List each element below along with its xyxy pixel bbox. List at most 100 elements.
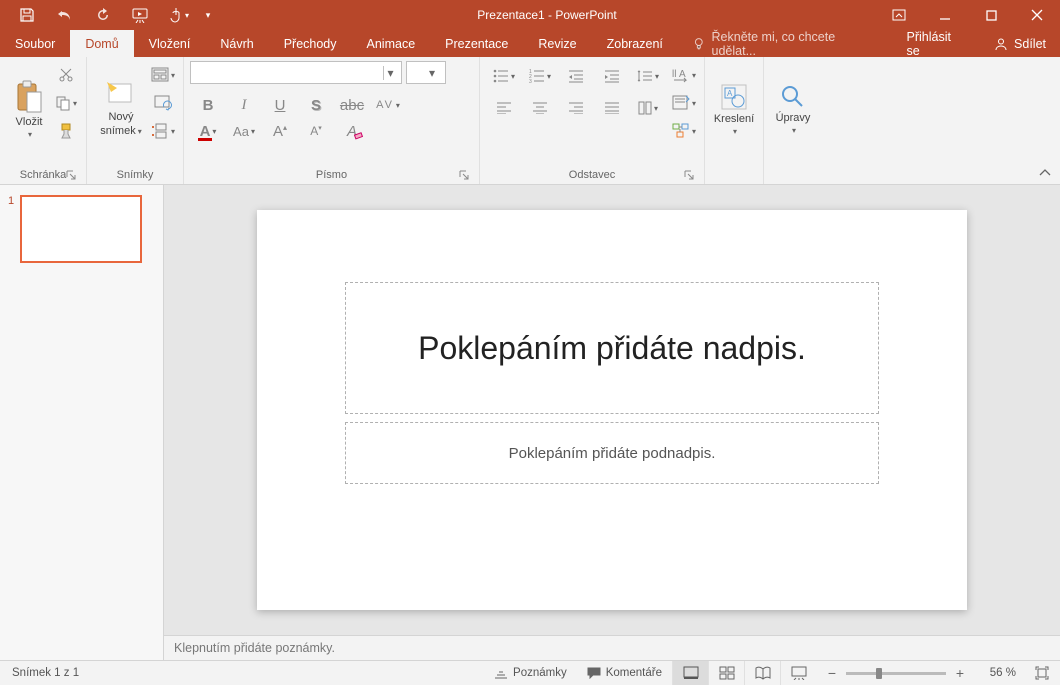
maximize-button[interactable] bbox=[968, 0, 1014, 30]
font-family-combo[interactable]: ▾ bbox=[190, 61, 402, 84]
slide-canvas[interactable]: Poklepáním přidáte nadpis. Poklepáním př… bbox=[257, 210, 967, 610]
layout-button[interactable]: ▾ bbox=[151, 63, 175, 87]
increase-indent-button[interactable] bbox=[594, 63, 630, 89]
person-icon bbox=[994, 37, 1008, 51]
close-button[interactable] bbox=[1014, 0, 1060, 30]
normal-view-button[interactable] bbox=[672, 661, 708, 685]
tab-slideshow[interactable]: Prezentace bbox=[430, 30, 523, 57]
comments-toggle[interactable]: Komentáře bbox=[577, 661, 672, 685]
justify-button[interactable] bbox=[594, 95, 630, 121]
new-slide-button[interactable]: Nový snímek▾ bbox=[93, 61, 149, 157]
editing-label: Úpravy bbox=[776, 112, 811, 124]
group-label-clipboard: Schránka bbox=[20, 169, 66, 181]
comments-label: Komentáře bbox=[606, 667, 662, 679]
italic-button[interactable]: I bbox=[226, 92, 262, 118]
paragraph-launcher[interactable] bbox=[682, 168, 696, 182]
slideshow-view-button[interactable] bbox=[780, 661, 816, 685]
scissors-icon bbox=[58, 67, 74, 83]
line-spacing-button[interactable]: ▾ bbox=[630, 63, 666, 89]
change-case-button[interactable]: Aa▾ bbox=[226, 118, 262, 144]
notes-pane[interactable]: Klepnutím přidáte poznámky. bbox=[164, 635, 1060, 660]
status-bar: Snímek 1 z 1 Poznámky Komentáře − + 56 % bbox=[0, 660, 1060, 685]
tab-design[interactable]: Návrh bbox=[205, 30, 268, 57]
ribbon-display-options-icon[interactable] bbox=[876, 0, 922, 30]
font-launcher[interactable] bbox=[457, 168, 471, 182]
paintbrush-icon bbox=[58, 123, 74, 139]
share-button[interactable]: Sdílet bbox=[980, 37, 1060, 51]
zoom-in-button[interactable]: + bbox=[952, 665, 968, 681]
convert-smartart-button[interactable]: ▾ bbox=[672, 119, 696, 143]
new-slide-icon bbox=[106, 81, 136, 109]
char-spacing-button[interactable]: AV▾ bbox=[370, 92, 406, 118]
align-text-button[interactable]: ▾ bbox=[672, 91, 696, 115]
text-direction-button[interactable]: llA▾ bbox=[672, 63, 696, 87]
collapse-ribbon-button[interactable] bbox=[1036, 166, 1054, 180]
decrease-indent-button[interactable] bbox=[558, 63, 594, 89]
group-editing: Úpravy ▾ bbox=[764, 57, 822, 184]
bullets-button[interactable]: ▾ bbox=[486, 63, 522, 89]
align-center-button[interactable] bbox=[522, 95, 558, 121]
redo-icon[interactable] bbox=[84, 0, 122, 30]
shrink-font-button[interactable]: A▾ bbox=[298, 118, 334, 144]
tab-view[interactable]: Zobrazení bbox=[592, 30, 678, 57]
tab-animations[interactable]: Animace bbox=[352, 30, 431, 57]
reset-button[interactable] bbox=[151, 91, 175, 115]
tab-review[interactable]: Revize bbox=[523, 30, 591, 57]
clear-formatting-button[interactable]: A bbox=[334, 118, 370, 144]
undo-icon[interactable] bbox=[46, 0, 84, 30]
slide-thumbnail-1[interactable] bbox=[20, 195, 142, 263]
new-slide-label-1: Nový bbox=[108, 111, 133, 123]
font-size-combo[interactable]: ▾ bbox=[406, 61, 446, 84]
fit-to-window-button[interactable] bbox=[1024, 661, 1060, 685]
zoom-out-button[interactable]: − bbox=[824, 665, 840, 681]
notes-toggle[interactable]: Poznámky bbox=[484, 661, 577, 685]
group-label-paragraph: Odstavec bbox=[569, 169, 615, 181]
drawing-button[interactable]: A Kreslení ▾ bbox=[711, 61, 757, 157]
clipboard-launcher[interactable] bbox=[64, 168, 78, 182]
subtitle-placeholder[interactable]: Poklepáním přidáte podnadpis. bbox=[345, 422, 879, 484]
strikethrough-button[interactable]: abc bbox=[334, 92, 370, 118]
format-painter-button[interactable] bbox=[54, 119, 78, 143]
align-right-button[interactable] bbox=[558, 95, 594, 121]
group-label-font: Písmo bbox=[316, 169, 347, 181]
thumbnail-pane[interactable]: 1 bbox=[0, 185, 164, 660]
minimize-button[interactable] bbox=[922, 0, 968, 30]
start-slideshow-icon[interactable] bbox=[122, 0, 160, 30]
tab-insert[interactable]: Vložení bbox=[134, 30, 206, 57]
svg-text:ll: ll bbox=[672, 69, 676, 80]
reading-view-button[interactable] bbox=[744, 661, 780, 685]
notes-label: Poznámky bbox=[513, 667, 567, 679]
tab-transitions[interactable]: Přechody bbox=[269, 30, 352, 57]
cut-button[interactable] bbox=[54, 63, 78, 87]
sign-in-link[interactable]: Přihlásit se bbox=[893, 30, 981, 58]
align-left-button[interactable] bbox=[486, 95, 522, 121]
zoom-slider[interactable] bbox=[846, 672, 946, 675]
title-placeholder[interactable]: Poklepáním přidáte nadpis. bbox=[345, 282, 879, 414]
quick-access-toolbar: ▾ ▾ bbox=[0, 0, 218, 30]
copy-button[interactable]: ▾ bbox=[54, 91, 78, 115]
numbering-button[interactable]: 123▾ bbox=[522, 63, 558, 89]
sorter-view-button[interactable] bbox=[708, 661, 744, 685]
group-paragraph: ▾ 123▾ ▾ ▾ llA▾ ▾ ▾ Ods bbox=[480, 57, 705, 184]
underline-button[interactable]: U bbox=[262, 92, 298, 118]
tab-home[interactable]: Domů bbox=[70, 30, 133, 57]
save-icon[interactable] bbox=[8, 0, 46, 30]
touch-mode-icon[interactable]: ▾ bbox=[160, 0, 198, 30]
shadow-button[interactable]: S bbox=[298, 92, 334, 118]
section-button[interactable]: ▾ bbox=[151, 119, 175, 143]
group-font: ▾ ▾ B I U S abc AV▾ A▾ Aa▾ A▴ A▾ A Písmo bbox=[184, 57, 480, 184]
grow-font-button[interactable]: A▴ bbox=[262, 118, 298, 144]
font-color-button[interactable]: A▾ bbox=[190, 118, 226, 144]
qat-customize-icon[interactable]: ▾ bbox=[198, 0, 218, 30]
columns-button[interactable]: ▾ bbox=[630, 95, 666, 121]
share-label: Sdílet bbox=[1014, 37, 1046, 51]
bold-button[interactable]: B bbox=[190, 92, 226, 118]
editing-button[interactable]: Úpravy ▾ bbox=[770, 61, 816, 157]
paste-button[interactable]: Vložit ▾ bbox=[6, 61, 52, 157]
clipboard-icon bbox=[15, 80, 43, 114]
section-icon bbox=[151, 123, 169, 139]
tell-me-search[interactable]: Řekněte mi, co chcete udělat... bbox=[678, 30, 893, 58]
tab-file[interactable]: Soubor bbox=[0, 30, 70, 57]
zoom-level[interactable]: 56 % bbox=[974, 667, 1016, 679]
window-title: Prezentace1 - PowerPoint bbox=[218, 8, 876, 22]
